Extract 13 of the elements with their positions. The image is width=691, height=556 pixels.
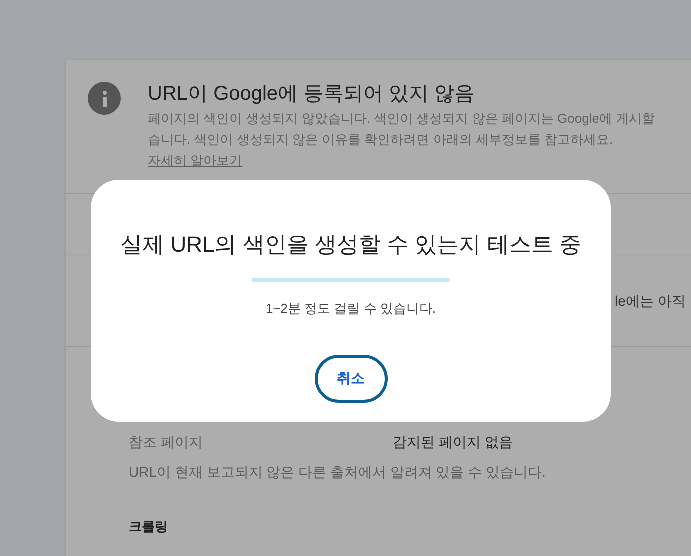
dialog-subtitle: 1~2분 정도 걸릴 수 있습니다. — [266, 300, 436, 318]
detail-label: 참조 페이지 — [129, 432, 204, 452]
status-title: URL이 Google에 등록되어 있지 않음 — [148, 82, 476, 106]
detail-value: 감지된 페이지 없음 — [393, 432, 513, 452]
learn-more-link[interactable]: 자세히 알아보기 — [148, 150, 243, 171]
detail-note: URL이 현재 보고되지 않은 다른 출처에서 알려져 있을 수 있습니다. — [129, 463, 547, 482]
section-title: 크롤링 — [129, 518, 169, 536]
status-description: 습니다. 색인이 생성되지 않은 이유를 확인하려면 아래의 세부정보를 참고하세요. — [148, 131, 614, 149]
cancel-button[interactable]: 취소 — [314, 354, 388, 402]
info-icon — [88, 82, 121, 115]
status-description: 페이지의 색인이 생성되지 않았습니다. 색인이 생성되지 않은 페이지는 Google에 게시할 — [148, 110, 656, 128]
dialog-title: 실제 URL의 색인을 생성할 수 있는지 테스트 중 — [120, 231, 582, 259]
details-header-text: le에는 아직 — [615, 292, 686, 310]
